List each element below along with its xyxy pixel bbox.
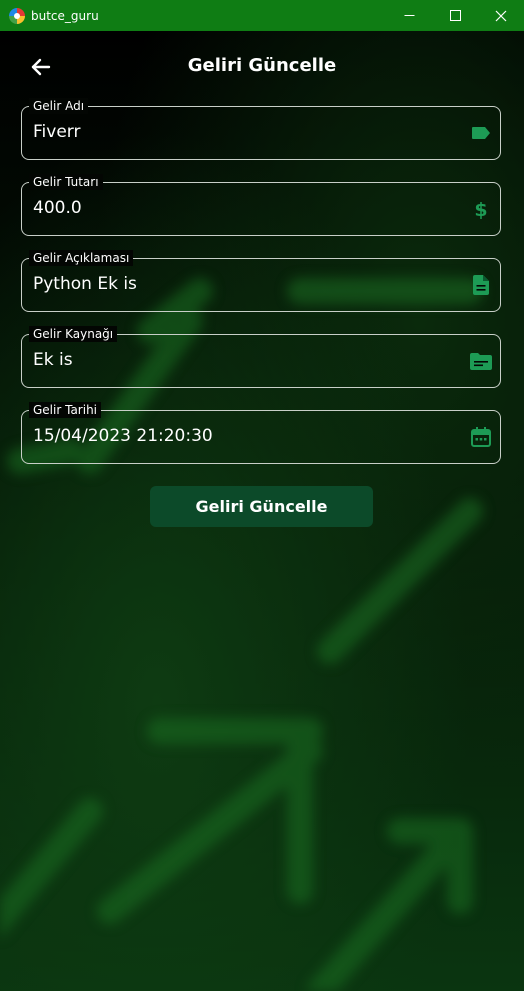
income-date-label: Gelir Tarihi <box>29 402 102 418</box>
app-window: butce_guru Geliri Güncelle Gelir Adı Fiv… <box>0 0 524 991</box>
income-date-field[interactable]: Gelir Tarihi 15/04/2023 21:20:30 <box>21 402 501 464</box>
maximize-icon <box>449 10 461 21</box>
income-source-field[interactable]: Gelir Kaynağı Ek is <box>21 326 501 388</box>
svg-text:$: $ <box>474 199 487 220</box>
income-description-label: Gelir Açıklaması <box>29 250 134 266</box>
update-income-button[interactable]: Geliri Güncelle <box>150 486 373 527</box>
income-name-field[interactable]: Gelir Adı Fiverr <box>21 98 501 160</box>
minimize-icon <box>404 15 414 16</box>
close-icon <box>495 10 507 21</box>
income-name-value: Fiverr <box>33 122 81 142</box>
document-icon <box>470 274 492 296</box>
income-amount-field[interactable]: Gelir Tutarı 400.0 $ <box>21 174 501 236</box>
calendar-icon <box>470 426 492 448</box>
income-description-field[interactable]: Gelir Açıklaması Python Ek is <box>21 250 501 312</box>
close-button[interactable] <box>478 0 524 31</box>
title-bar: butce_guru <box>0 0 524 31</box>
income-source-label: Gelir Kaynağı <box>29 326 118 342</box>
app-logo-icon <box>9 7 25 24</box>
page-title: Geliri Güncelle <box>187 55 337 76</box>
income-name-label: Gelir Adı <box>29 98 89 114</box>
minimize-button[interactable] <box>386 0 432 31</box>
income-date-value: 15/04/2023 21:20:30 <box>33 426 213 446</box>
label-tag-icon <box>470 122 492 144</box>
folder-icon <box>470 350 492 372</box>
income-description-value: Python Ek is <box>33 274 137 294</box>
dollar-icon: $ <box>470 198 492 220</box>
income-amount-value: 400.0 <box>33 198 82 218</box>
window-title: butce_guru <box>31 8 99 23</box>
income-source-value: Ek is <box>33 350 73 370</box>
maximize-button[interactable] <box>432 0 478 31</box>
income-amount-label: Gelir Tutarı <box>29 174 103 190</box>
